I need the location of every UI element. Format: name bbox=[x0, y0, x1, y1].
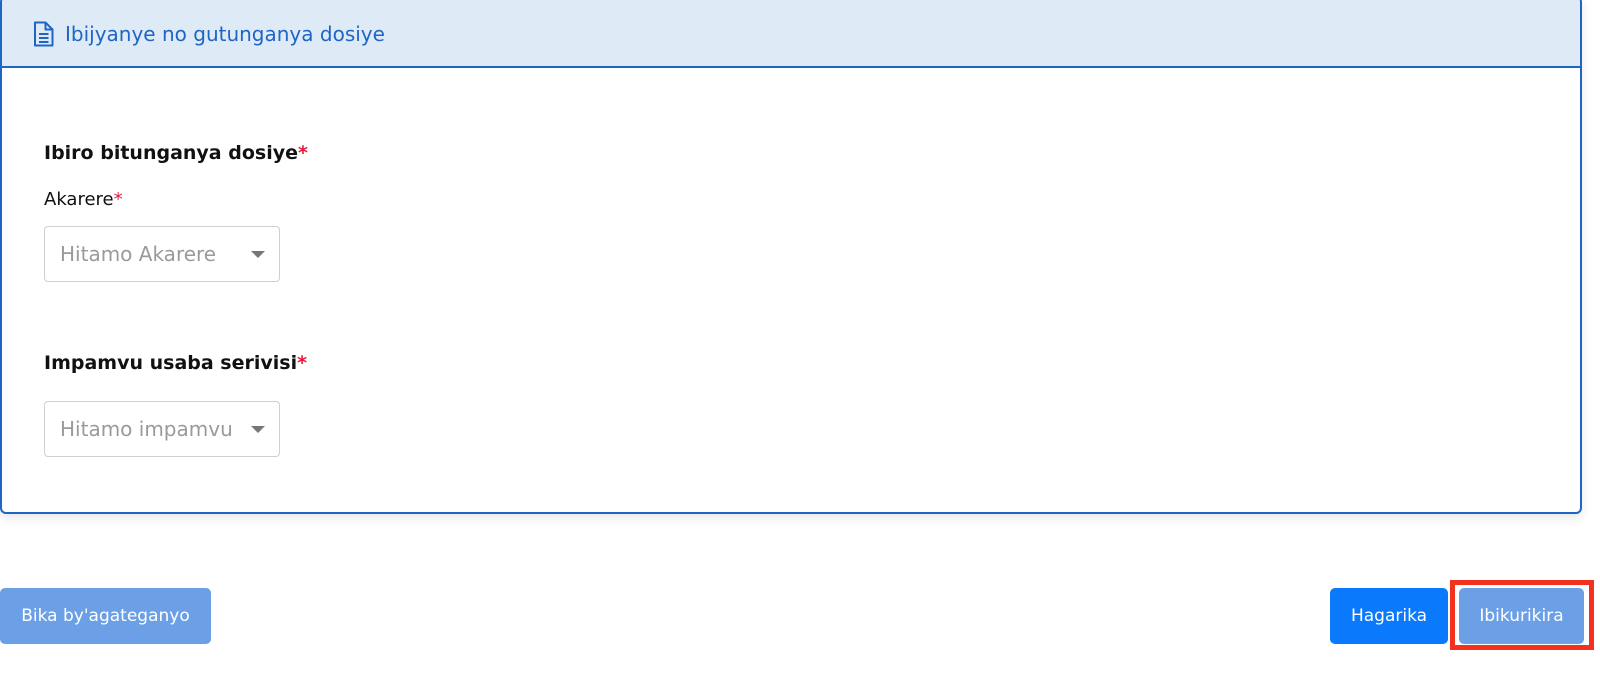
office-section-title-text: Ibiro bitunganya dosiye bbox=[44, 142, 298, 164]
office-section-title: Ibiro bitunganya dosiye* bbox=[44, 142, 308, 164]
document-icon bbox=[32, 21, 56, 47]
next-button[interactable]: Ibikurikira bbox=[1459, 588, 1584, 644]
reason-section-title-text: Impamvu usaba serivisi bbox=[44, 352, 298, 374]
chevron-down-icon bbox=[251, 251, 265, 258]
processing-card: Ibijyanye no gutunganya dosiye Ibiro bit… bbox=[0, 0, 1582, 514]
card-header: Ibijyanye no gutunganya dosiye bbox=[2, 0, 1580, 68]
card-title: Ibijyanye no gutunganya dosiye bbox=[65, 22, 385, 46]
reason-section-title: Impamvu usaba serivisi* bbox=[44, 352, 307, 374]
reason-select[interactable]: Hitamo impamvu usaba serivisi bbox=[44, 401, 280, 457]
required-mark: * bbox=[298, 142, 308, 164]
district-select[interactable]: Hitamo Akarere bbox=[44, 226, 280, 282]
district-label-text: Akarere bbox=[44, 189, 114, 210]
reason-select-placeholder: Hitamo impamvu usaba serivisi bbox=[60, 417, 239, 441]
save-draft-button[interactable]: Bika by'agateganyo bbox=[0, 588, 211, 644]
required-mark: * bbox=[113, 189, 123, 210]
chevron-down-icon bbox=[251, 426, 265, 433]
required-mark: * bbox=[297, 352, 308, 374]
district-select-placeholder: Hitamo Akarere bbox=[60, 242, 217, 266]
district-label: Akarere* bbox=[44, 189, 123, 210]
cancel-button[interactable]: Hagarika bbox=[1330, 588, 1448, 644]
